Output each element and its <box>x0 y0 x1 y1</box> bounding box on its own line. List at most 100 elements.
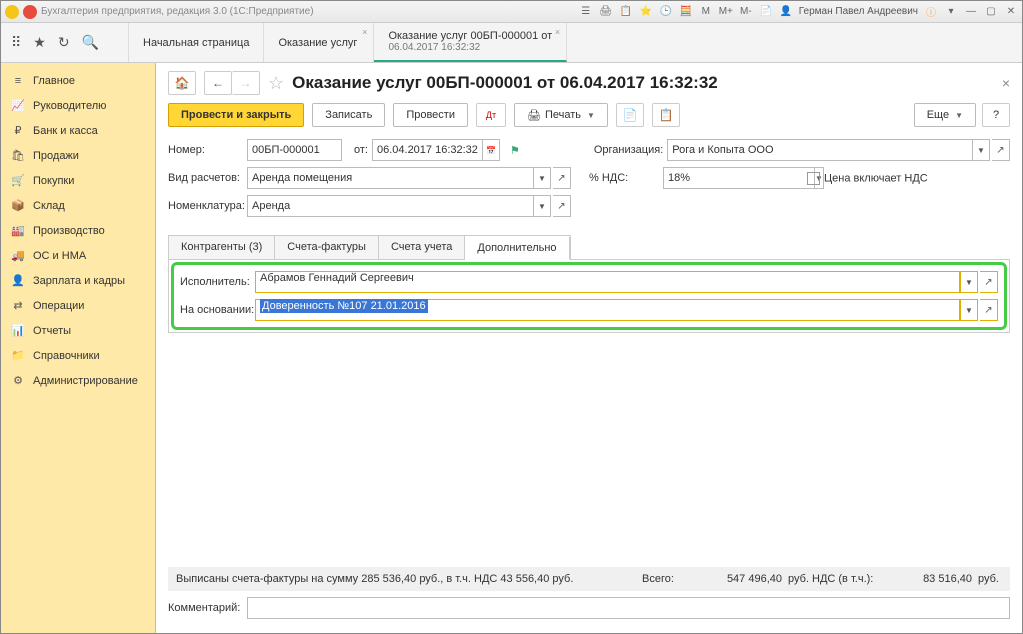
close-icon[interactable]: × <box>555 27 560 37</box>
tab-services[interactable]: Оказание услуг× <box>264 23 374 62</box>
tb-m[interactable]: M- <box>739 5 753 19</box>
tb-icon[interactable]: 🕒 <box>659 5 673 19</box>
menu-icon: ≡ <box>11 75 25 87</box>
open-icon[interactable]: ↗ <box>980 271 998 293</box>
sidebar-item-reports[interactable]: 📊Отчеты <box>1 318 155 343</box>
sidebar-item-sales[interactable]: 🛍Продажи <box>1 143 155 168</box>
help-button[interactable]: ? <box>982 103 1010 127</box>
tb-icon[interactable]: 🧮 <box>679 5 693 19</box>
info-icon[interactable]: ⓘ <box>924 5 938 19</box>
more-button[interactable]: Еще▼ <box>914 103 976 127</box>
open-icon[interactable]: ↗ <box>553 195 571 217</box>
tb-m[interactable]: M+ <box>719 5 733 19</box>
basis-label: На основании: <box>180 304 255 316</box>
search-icon[interactable]: 🔍 <box>82 34 99 51</box>
org-input[interactable] <box>667 139 972 161</box>
tb-icon[interactable]: 🖨 <box>599 5 613 19</box>
close-button[interactable]: ✕ <box>1004 5 1018 19</box>
person-icon: 👤 <box>11 274 25 287</box>
tb-icon[interactable]: ▾ <box>944 5 958 19</box>
sidebar-item-production[interactable]: 🏭Производство <box>1 218 155 243</box>
sidebar-item-catalogs[interactable]: 📁Справочники <box>1 343 155 368</box>
tb-icon[interactable]: ☰ <box>579 5 593 19</box>
sidebar-item-admin[interactable]: ⚙Администрирование <box>1 368 155 393</box>
chevron-down-icon[interactable]: ▼ <box>533 167 551 189</box>
tab-accounts[interactable]: Счета учета <box>379 236 465 259</box>
sidebar-item-manager[interactable]: 📈Руководителю <box>1 93 155 118</box>
sidebar-item-operations[interactable]: ⇄Операции <box>1 293 155 318</box>
chart-icon: 📈 <box>11 99 25 112</box>
nomen-input[interactable] <box>247 195 533 217</box>
user-name: Герман Павел Андреевич <box>799 6 918 17</box>
ruble-icon: ₽ <box>11 124 25 137</box>
totals-bar: Выписаны счета-фактуры на сумму 285 536,… <box>168 567 1010 591</box>
sidebar-item-bank[interactable]: ₽Банк и касса <box>1 118 155 143</box>
date-input[interactable] <box>372 139 482 161</box>
doc-body: Исполнитель: Абрамов Геннадий Сергеевич▼… <box>168 259 1010 333</box>
print-button[interactable]: 🖨 Печать▼ <box>514 103 608 127</box>
nomen-label: Номенклатура: <box>168 200 243 212</box>
close-page-button[interactable]: × <box>1002 75 1010 91</box>
tb-m[interactable]: M <box>699 5 713 19</box>
dt-button[interactable]: Дт <box>476 103 506 127</box>
star-icon[interactable]: ★ <box>33 34 46 51</box>
open-icon[interactable]: ↗ <box>553 167 571 189</box>
post-button[interactable]: Провести <box>393 103 468 127</box>
tab-counterparties[interactable]: Контрагенты (3) <box>169 236 275 259</box>
forward-button[interactable]: → <box>232 71 260 95</box>
org-label: Организация: <box>594 144 663 156</box>
maximize-button[interactable]: ▢ <box>984 5 998 19</box>
bag-icon: 🛍 <box>11 149 25 162</box>
open-icon[interactable]: ↗ <box>980 299 998 321</box>
number-input[interactable] <box>247 139 342 161</box>
minimize-button[interactable]: — <box>964 5 978 19</box>
tb-icon[interactable]: 📄 <box>759 5 773 19</box>
basis-input[interactable]: Доверенность №107 21.01.2016 <box>255 299 960 321</box>
tab-start[interactable]: Начальная страница <box>129 23 264 62</box>
calc-input[interactable] <box>247 167 533 189</box>
open-icon[interactable]: ↗ <box>992 139 1010 161</box>
box-icon: 📦 <box>11 199 25 212</box>
chevron-down-icon[interactable]: ▼ <box>960 299 978 321</box>
list-button[interactable]: 📋 <box>652 103 680 127</box>
doc-button[interactable]: 📄 <box>616 103 644 127</box>
save-button[interactable]: Записать <box>312 103 385 127</box>
vat-input[interactable] <box>663 167 814 189</box>
history-icon[interactable]: ↻ <box>58 34 70 51</box>
total-label: Всего: <box>642 573 692 585</box>
folder-icon: 📁 <box>11 349 25 362</box>
back-button[interactable]: ← <box>204 71 232 95</box>
tb-icon[interactable]: 📋 <box>619 5 633 19</box>
tb-icon[interactable]: ⭐ <box>639 5 653 19</box>
close-icon[interactable]: × <box>362 27 367 37</box>
bars-icon: 📊 <box>11 324 25 337</box>
tab-document[interactable]: Оказание услуг 00БП-000001 от 06.04.2017… <box>374 23 567 62</box>
price-incl-checkbox[interactable]: Цена включает НДС <box>807 172 928 185</box>
chevron-down-icon[interactable]: ▼ <box>972 139 990 161</box>
sidebar-item-assets[interactable]: 🚚ОС и НМА <box>1 243 155 268</box>
tab-additional[interactable]: Дополнительно <box>465 237 569 260</box>
favorite-icon[interactable]: ☆ <box>268 73 284 94</box>
truck-icon: 🚚 <box>11 249 25 262</box>
total-value: 547 496,40 <box>692 573 782 585</box>
app-title: Бухгалтерия предприятия, редакция 3.0 (1… <box>41 6 314 17</box>
factory-icon: 🏭 <box>11 224 25 237</box>
chevron-down-icon[interactable]: ▼ <box>960 271 978 293</box>
calc-label: Вид расчетов: <box>168 172 243 184</box>
number-label: Номер: <box>168 144 243 156</box>
app-icon-1 <box>5 5 19 19</box>
sidebar-item-warehouse[interactable]: 📦Склад <box>1 193 155 218</box>
sidebar-item-salary[interactable]: 👤Зарплата и кадры <box>1 268 155 293</box>
vat-total-value: 83 516,40 <box>882 573 972 585</box>
performer-input[interactable]: Абрамов Геннадий Сергеевич <box>255 271 960 293</box>
sidebar-item-main[interactable]: ≡Главное <box>1 69 155 93</box>
tab-invoices[interactable]: Счета-фактуры <box>275 236 379 259</box>
comment-input[interactable] <box>247 597 1010 619</box>
sidebar-item-purchases[interactable]: 🛒Покупки <box>1 168 155 193</box>
calendar-icon[interactable]: 📅 <box>482 139 500 161</box>
home-button[interactable]: 🏠 <box>168 71 196 95</box>
grid-icon[interactable]: ⠿ <box>11 34 21 51</box>
doc-tabs: Контрагенты (3) Счета-фактуры Счета учет… <box>168 235 571 259</box>
chevron-down-icon[interactable]: ▼ <box>533 195 551 217</box>
post-close-button[interactable]: Провести и закрыть <box>168 103 304 127</box>
